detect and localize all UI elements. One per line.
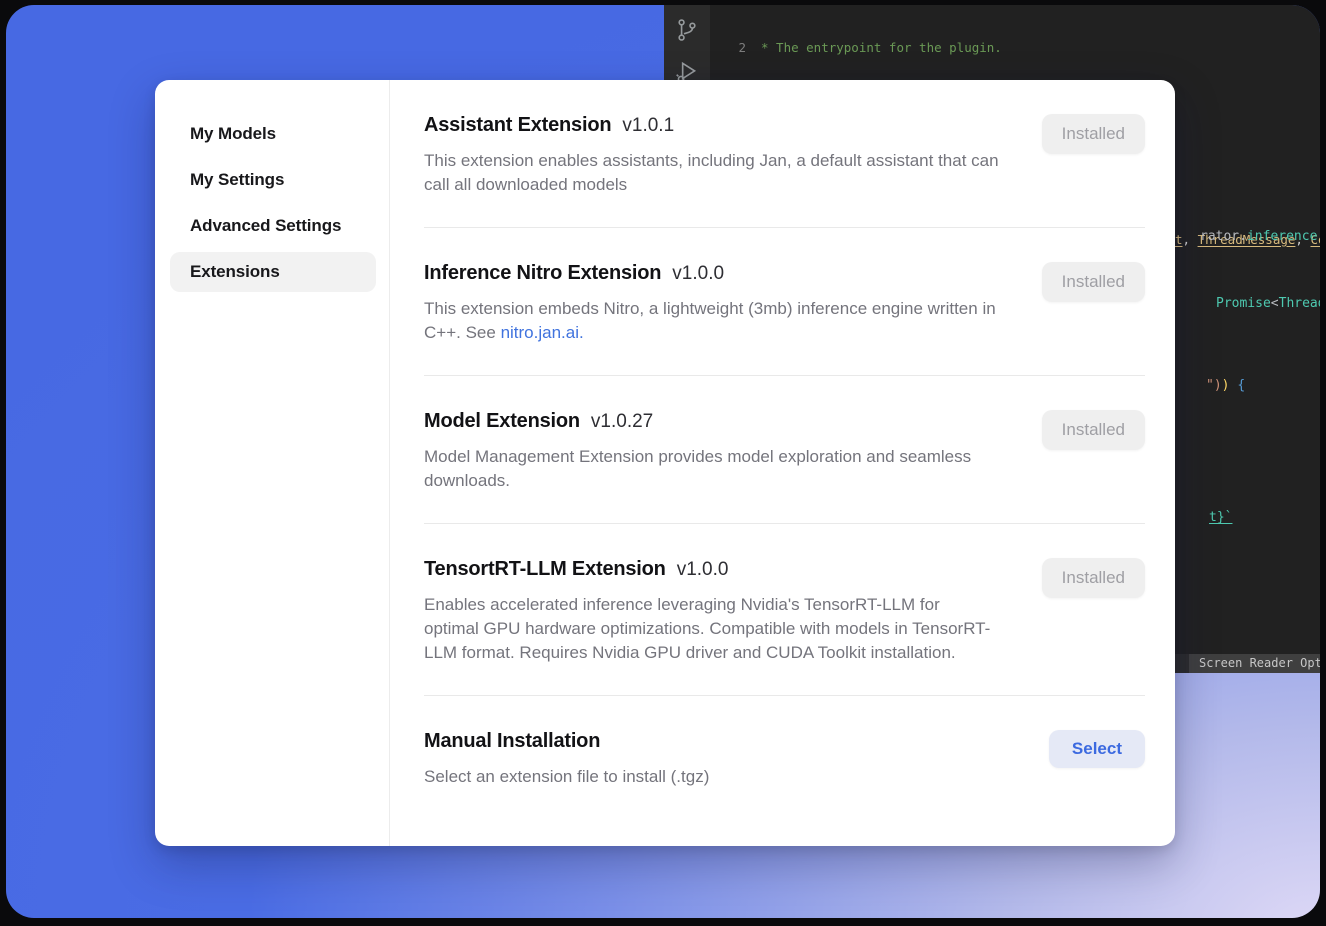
extension-item-model: Model Extension v1.0.27 Model Management… <box>424 376 1145 524</box>
select-file-button[interactable]: Select <box>1049 730 1145 768</box>
extension-item-manual-installation: Manual Installation Select an extension … <box>424 696 1145 819</box>
extension-version: v1.0.1 <box>622 115 674 137</box>
extension-name: Assistant Extension <box>424 114 611 137</box>
extension-item-inference-nitro: Inference Nitro Extension v1.0.0 This ex… <box>424 228 1145 376</box>
extension-version: v1.0.0 <box>672 263 724 285</box>
extension-description: Model Management Extension provides mode… <box>424 445 999 493</box>
installed-button[interactable]: Installed <box>1042 262 1145 302</box>
extension-item-tensorrt-llm: TensortRT-LLM Extension v1.0.0 Enables a… <box>424 524 1145 696</box>
installed-button[interactable]: Installed <box>1042 410 1145 450</box>
extension-name: Manual Installation <box>424 730 600 753</box>
extension-name: Inference Nitro Extension <box>424 262 661 285</box>
hero-canvas: 2 * The entrypoint for the plugin. 3 */ … <box>6 5 1320 918</box>
code-fragment: Promise<ThreadMessage> <box>1216 296 1320 312</box>
extension-description: Select an extension file to install (.tg… <box>424 765 999 789</box>
settings-modal: My Models My Settings Advanced Settings … <box>155 80 1175 846</box>
extension-version: v1.0.27 <box>591 411 653 433</box>
extension-description: This extension embeds Nitro, a lightweig… <box>424 297 999 345</box>
code-fragment: ")) { <box>1206 378 1245 394</box>
nitro-jan-ai-link[interactable]: nitro.jan.ai. <box>501 323 584 342</box>
nav-item-advanced-settings[interactable]: Advanced Settings <box>170 206 376 246</box>
code-fragment: rator.inference(data)); <box>1200 229 1320 245</box>
code-text: * The entrypoint for the plugin. <box>746 40 1002 56</box>
installed-button[interactable]: Installed <box>1042 558 1145 598</box>
extension-name: TensortRT-LLM Extension <box>424 558 666 581</box>
line-number: 2 <box>710 40 746 56</box>
installed-button[interactable]: Installed <box>1042 114 1145 154</box>
extension-description: Enables accelerated inference leveraging… <box>424 593 999 665</box>
extension-name: Model Extension <box>424 410 580 433</box>
code-fragment: t}` <box>1209 510 1232 526</box>
extension-version: v1.0.0 <box>677 559 729 581</box>
nav-item-my-settings[interactable]: My Settings <box>170 160 376 200</box>
extension-item-assistant: Assistant Extension v1.0.1 This extensio… <box>424 80 1145 228</box>
status-bar-item-screen-reader[interactable]: Screen Reader Optimize <box>1189 654 1320 673</box>
nav-item-extensions[interactable]: Extensions <box>170 252 376 292</box>
extension-description: This extension enables assistants, inclu… <box>424 149 999 197</box>
extensions-list: Assistant Extension v1.0.1 This extensio… <box>390 80 1175 846</box>
settings-nav: My Models My Settings Advanced Settings … <box>155 80 390 846</box>
source-control-icon[interactable] <box>674 17 700 43</box>
code-line: 2 * The entrypoint for the plugin. <box>710 40 1320 56</box>
nav-item-my-models[interactable]: My Models <box>170 114 376 154</box>
